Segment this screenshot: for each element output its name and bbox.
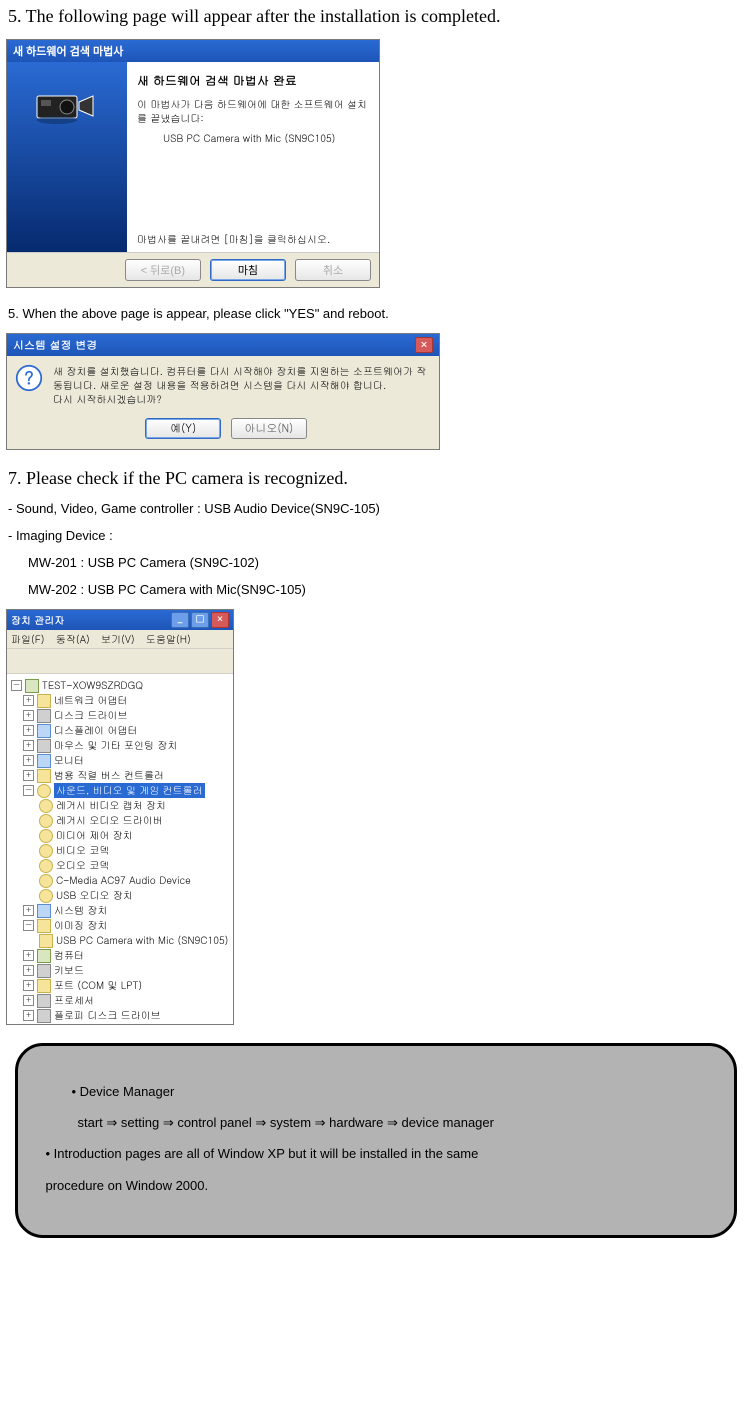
callout-line1: • Device Manager xyxy=(72,1076,706,1107)
tree-item[interactable]: +마우스 및 기타 포인팅 장치 xyxy=(9,738,231,753)
mw201-text: MW-201 : USB PC Camera (SN9C-102) xyxy=(28,555,751,570)
tree-item-sound-selected[interactable]: −사운드, 비디오 및 게임 컨트롤러 xyxy=(9,783,231,798)
wizard-sidebar-graphic xyxy=(7,62,127,252)
tree-item[interactable]: C-Media AC97 Audio Device xyxy=(9,873,231,888)
tree-item[interactable]: +디스크 드라이브 xyxy=(9,708,231,723)
tree-item[interactable]: +플로피 디스크 드라이브 xyxy=(9,1008,231,1023)
sysdlg-title: 시스템 설정 변경 xyxy=(13,338,97,353)
tree-item[interactable]: +컴퓨터 xyxy=(9,948,231,963)
tree-item[interactable]: +프로세서 xyxy=(9,993,231,1008)
question-icon: ? xyxy=(15,364,43,392)
tree-item[interactable]: USB 오디오 장치 xyxy=(9,888,231,903)
tree-item[interactable]: +디스플레이 어댑터 xyxy=(9,723,231,738)
step5-heading: 5. The following page will appear after … xyxy=(8,6,751,27)
back-button: < 뒤로(B) xyxy=(125,259,201,281)
wizard-finish-instruction: 마법사를 끝내려면 [마침]을 클릭하십시오. xyxy=(137,232,369,246)
sysdlg-message-line1: 새 장치를 설치했습니다. 컴퓨터를 다시 시작해야 장치를 지원하는 소프트웨… xyxy=(53,364,431,392)
tree-item[interactable]: +시스템 장치 xyxy=(9,903,231,918)
wizard-complete-title: 새 하드웨어 검색 마법사 완료 xyxy=(137,72,369,89)
tree-item[interactable]: +범용 직렬 버스 컨트롤러 xyxy=(9,768,231,783)
sysdlg-message-line2: 다시 시작하시겠습니까? xyxy=(53,392,431,406)
devmgr-title: 장치 관리자 xyxy=(11,613,64,627)
tree-item[interactable]: 미디어 제어 장치 xyxy=(9,828,231,843)
tree-item[interactable]: +키보드 xyxy=(9,963,231,978)
imaging-device-text: - Imaging Device : xyxy=(8,528,751,543)
finish-button[interactable]: 마침 xyxy=(210,259,286,281)
menu-help[interactable]: 도움말(H) xyxy=(146,632,191,646)
menu-file[interactable]: 파일(F) xyxy=(11,632,44,646)
tree-item[interactable]: 레거시 오디오 드라이버 xyxy=(9,813,231,828)
devmgr-tree: −TEST-XOW9SZRDGQ +네트워크 어댑터 +디스크 드라이브 +디스… xyxy=(7,674,233,1024)
device-manager-window: 장치 관리자 _ □ × 파일(F) 동작(A) 보기(V) 도움말(H) −T… xyxy=(6,609,234,1025)
tree-item[interactable]: +플로피 디스크 컨트롤러 xyxy=(9,1023,231,1024)
no-button[interactable]: 아니오(N) xyxy=(231,418,307,439)
svg-text:?: ? xyxy=(24,364,34,389)
wizard-titlebar: 새 하드웨어 검색 마법사 xyxy=(7,40,379,62)
hardware-wizard-window: 새 하드웨어 검색 마법사 새 하드웨어 검색 마법사 완료 이 마법사가 다음… xyxy=(6,39,380,288)
mw202-text: MW-202 : USB PC Camera with Mic(SN9C-105… xyxy=(28,582,751,597)
devmgr-toolbar xyxy=(7,648,233,674)
wizard-button-row: < 뒤로(B) 마침 취소 xyxy=(7,252,379,287)
tree-item[interactable]: 오디오 코덱 xyxy=(9,858,231,873)
maximize-icon[interactable]: □ xyxy=(191,612,209,628)
menu-view[interactable]: 보기(V) xyxy=(101,632,135,646)
callout-line4: procedure on Window 2000. xyxy=(46,1170,706,1201)
tree-item[interactable]: +포트 (COM 및 LPT) xyxy=(9,978,231,993)
menu-action[interactable]: 동작(A) xyxy=(56,632,90,646)
tree-item-usb-camera[interactable]: USB PC Camera with Mic (SN9C105) xyxy=(9,933,231,948)
close-icon[interactable]: × xyxy=(211,612,229,628)
tree-root[interactable]: −TEST-XOW9SZRDGQ xyxy=(9,678,231,693)
tree-item[interactable]: 레거시 비디오 캡처 장치 xyxy=(9,798,231,813)
camera-icon xyxy=(35,84,99,126)
step5b-text: 5. When the above page is appear, please… xyxy=(8,306,751,321)
devmgr-menubar: 파일(F) 동작(A) 보기(V) 도움말(H) xyxy=(7,630,233,648)
tree-item[interactable]: −이미징 장치 xyxy=(9,918,231,933)
minimize-icon[interactable]: _ xyxy=(171,612,189,628)
step7-heading: 7. Please check if the PC camera is reco… xyxy=(8,468,751,489)
tree-item[interactable]: 비디오 코덱 xyxy=(9,843,231,858)
sound-device-text: - Sound, Video, Game controller : USB Au… xyxy=(8,501,751,516)
cancel-button: 취소 xyxy=(295,259,371,281)
callout-line2: start ⇒ setting ⇒ control panel ⇒ system… xyxy=(78,1107,706,1138)
tree-item[interactable]: +네트워크 어댑터 xyxy=(9,693,231,708)
yes-button[interactable]: 예(Y) xyxy=(145,418,221,439)
tree-item[interactable]: +모니터 xyxy=(9,753,231,768)
callout-line3: • Introduction pages are all of Window X… xyxy=(46,1138,706,1169)
wizard-description: 이 마법사가 다음 하드웨어에 대한 소프트웨어 설치를 끝냈습니다: xyxy=(137,97,369,125)
close-icon[interactable]: × xyxy=(415,337,433,353)
note-callout: • Device Manager start ⇒ setting ⇒ contr… xyxy=(15,1043,737,1238)
wizard-device-name: USB PC Camera with Mic (SN9C105) xyxy=(163,131,369,145)
system-settings-dialog: 시스템 설정 변경 × ? 새 장치를 설치했습니다. 컴퓨터를 다시 시작해야… xyxy=(6,333,440,450)
